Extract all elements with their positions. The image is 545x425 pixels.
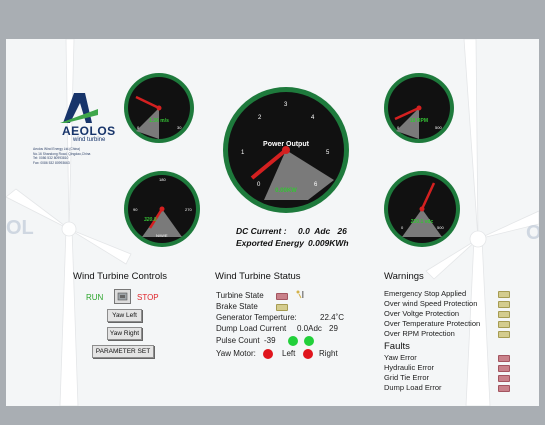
direction-tick-right: 270 bbox=[185, 207, 192, 212]
wind-speed-gauge: 0 30 1.36 m/s bbox=[124, 73, 194, 143]
rpm-tick-max: 500 bbox=[435, 125, 442, 130]
run-label: RUN bbox=[86, 293, 104, 302]
faults-title: Faults bbox=[384, 341, 410, 352]
brake-state-label: Brake State bbox=[216, 302, 258, 311]
warning-item: Over Voltge Protection bbox=[384, 309, 460, 318]
fault-indicator bbox=[498, 385, 510, 392]
turbine-state-indicator bbox=[276, 293, 288, 300]
switch-icon bbox=[117, 292, 128, 301]
dump-load-value: 0.0Adc bbox=[297, 324, 322, 333]
aeolos-logo-icon bbox=[60, 93, 98, 123]
dc-current-value: 0.0 Adc 26 bbox=[298, 226, 347, 236]
pulse-count-label: Pulse Count bbox=[216, 336, 260, 345]
brand-name: AEOLOS bbox=[62, 124, 116, 138]
yaw-right-led bbox=[303, 349, 313, 359]
power-value: 0.00KW bbox=[275, 188, 297, 194]
fault-indicator bbox=[498, 365, 510, 372]
run-stop-switch[interactable] bbox=[114, 289, 131, 304]
yaw-left-button[interactable]: Yaw Left bbox=[107, 309, 142, 322]
brand-tagline: wind turbine bbox=[73, 137, 106, 143]
yaw-motor-left: Left bbox=[282, 349, 296, 358]
voltage-gauge: 0 500 230.1 vdc bbox=[384, 171, 460, 247]
fault-item: Dump Load Error bbox=[384, 383, 442, 392]
dashboard-panel: OL O AEOLOS wind turbine Aeolos Wind Ene… bbox=[6, 39, 539, 406]
svg-text:O: O bbox=[526, 222, 539, 244]
turbine-state-label: Turbine State bbox=[216, 291, 264, 300]
fault-item: Yaw Error bbox=[384, 353, 417, 362]
direction-tick-left: 90 bbox=[133, 207, 138, 212]
warning-indicator bbox=[498, 291, 510, 298]
turbine-state-icon bbox=[296, 290, 304, 299]
generator-temp-value: 22.4˚C bbox=[320, 313, 345, 322]
pulse-count-value: -39 bbox=[264, 336, 276, 345]
direction-gauge: 90 180 270 320.8 N/W/E bbox=[124, 171, 200, 247]
dump-load-extra: 29 bbox=[329, 324, 338, 333]
dump-load-label: Dump Load Current bbox=[216, 324, 287, 333]
pulse-led-2 bbox=[304, 336, 314, 346]
rpm-gauge: 0 500 18 RPM bbox=[384, 73, 454, 143]
voltage-value: 230.1 vdc bbox=[411, 219, 434, 225]
wind-speed-tick-max: 30 bbox=[177, 125, 182, 130]
warning-indicator bbox=[498, 321, 510, 328]
power-output-gauge: Power Output 0 1 2 3 4 5 6 0.00KW bbox=[223, 87, 349, 213]
warning-indicator bbox=[498, 331, 510, 338]
brake-state-indicator bbox=[276, 304, 288, 311]
controls-title: Wind Turbine Controls bbox=[73, 271, 167, 282]
wind-speed-value: 1.36 m/s bbox=[149, 118, 169, 124]
parameter-set-button[interactable]: PARAMETER SET bbox=[92, 345, 154, 358]
yaw-motor-right: Right bbox=[319, 349, 338, 358]
warning-indicator bbox=[498, 311, 510, 318]
direction-tick-top: 180 bbox=[159, 177, 166, 182]
direction-unit: N/W/E bbox=[156, 233, 168, 238]
yaw-right-button[interactable]: Yaw Right bbox=[107, 327, 142, 340]
warning-item: Emergency Stop Applied bbox=[384, 289, 467, 298]
dc-current-label: DC Current : bbox=[236, 226, 287, 236]
generator-temp-label: Generator Temperture: bbox=[216, 313, 297, 322]
fault-item: Grid Tie Error bbox=[384, 373, 430, 382]
fault-indicator bbox=[498, 355, 510, 362]
energy-value: 0.009KWh bbox=[308, 238, 349, 248]
warning-item: Over wind Speed Protection bbox=[384, 299, 478, 308]
warning-indicator bbox=[498, 301, 510, 308]
energy-label: Exported Energy bbox=[236, 238, 305, 248]
warning-item: Over RPM Protection bbox=[384, 329, 455, 338]
svg-text:OL: OL bbox=[6, 217, 34, 239]
fault-item: Hydraulic Error bbox=[384, 363, 435, 372]
warnings-title: Warnings bbox=[384, 271, 424, 282]
voltage-tick-max: 500 bbox=[437, 225, 444, 230]
contact-line: Fax: 0086 532 80993663 bbox=[33, 160, 70, 165]
direction-value: 320.8 bbox=[144, 217, 157, 223]
warning-item: Over Temperature Protection bbox=[384, 319, 481, 328]
status-title: Wind Turbine Status bbox=[215, 271, 301, 282]
fault-indicator bbox=[498, 375, 510, 382]
power-title: Power Output bbox=[263, 141, 310, 148]
pulse-led-1 bbox=[288, 336, 298, 346]
yaw-left-led bbox=[263, 349, 273, 359]
rpm-value: 18 RPM bbox=[410, 118, 428, 124]
stop-label: STOP bbox=[137, 293, 159, 302]
yaw-motor-label: Yaw Motor: bbox=[216, 349, 256, 358]
contact-info: Aeolos Wind Energy Ltd.(China) No.16 Sha… bbox=[33, 147, 103, 165]
